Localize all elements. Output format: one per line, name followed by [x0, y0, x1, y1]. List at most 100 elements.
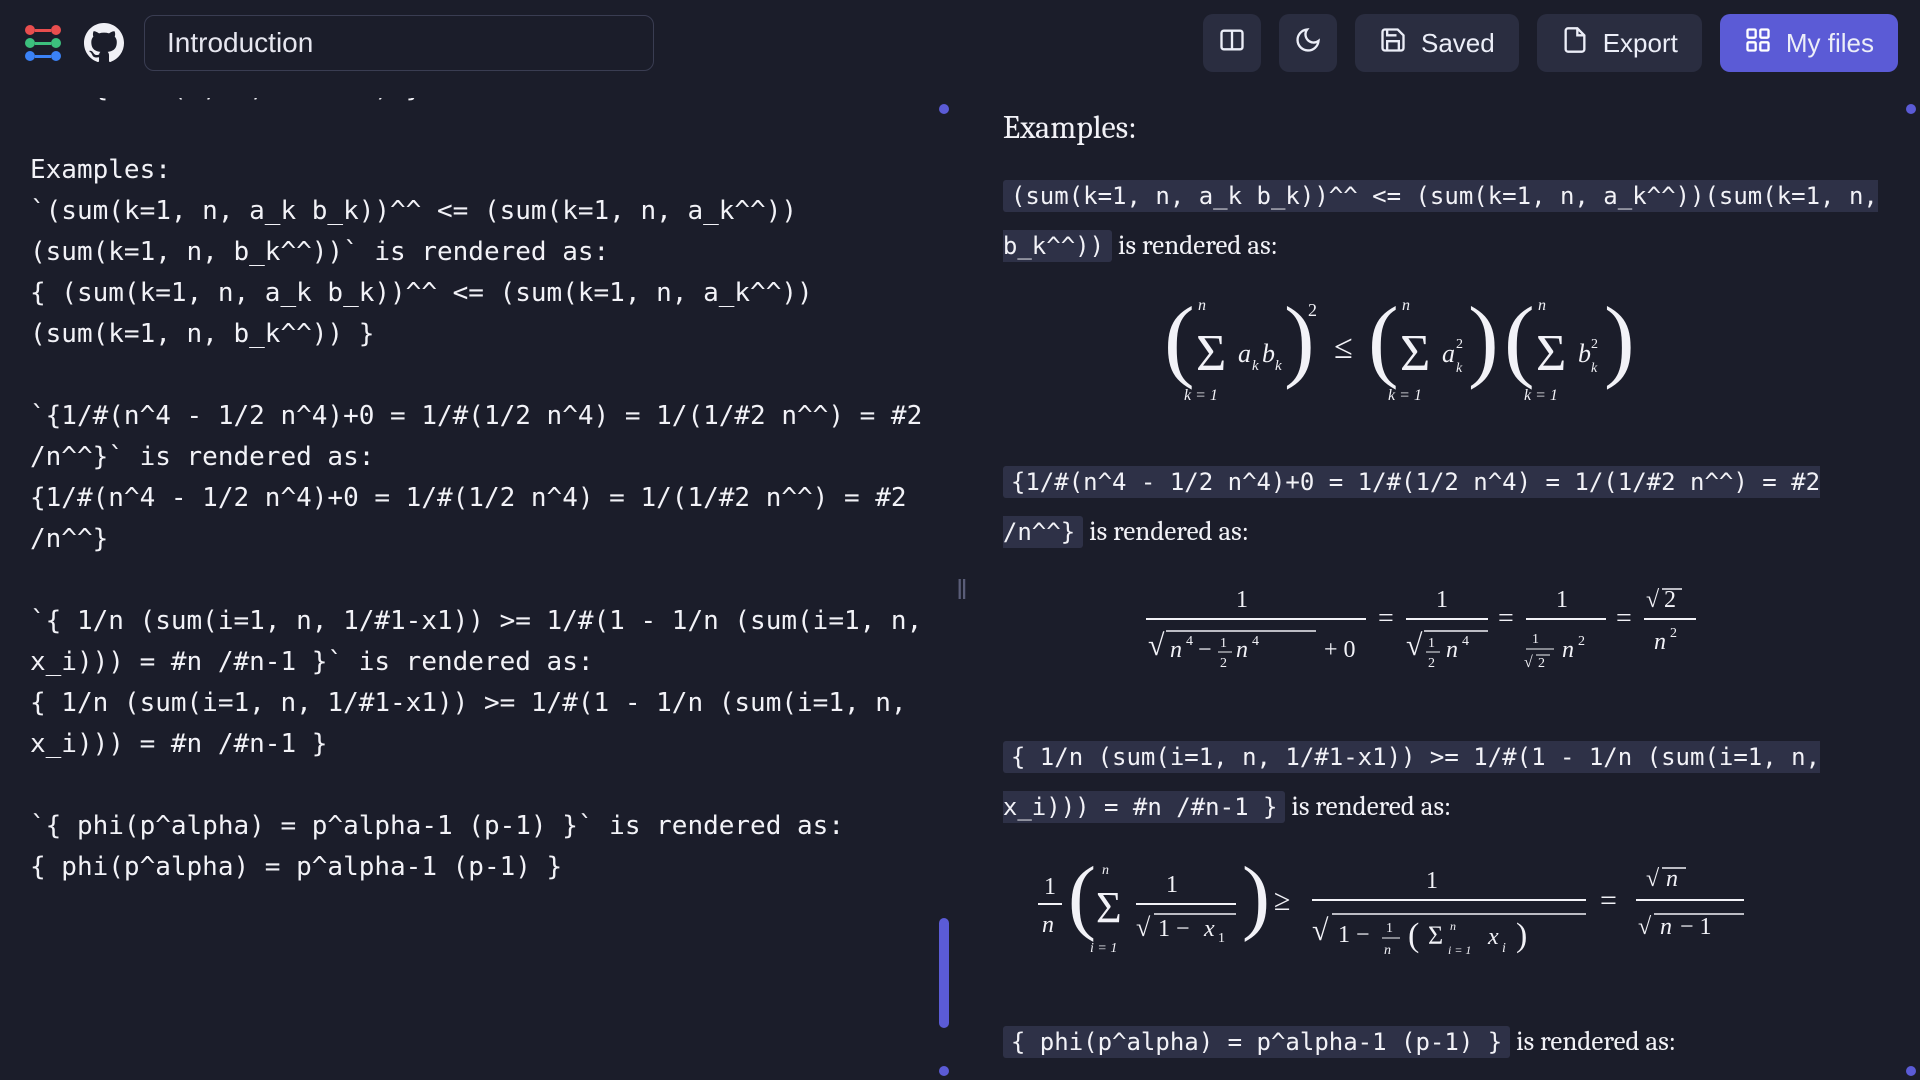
svg-text:1: 1 [1218, 931, 1225, 946]
rendered-as-text: is rendered as: [1291, 791, 1451, 822]
svg-text:n: n [1384, 943, 1391, 958]
split-panes: as { int(0, 1, x^n dx) } Examples: `(sum… [0, 98, 1920, 1080]
svg-text:4: 4 [1252, 634, 1259, 649]
my-files-button[interactable]: My files [1720, 14, 1898, 72]
svg-text:n: n [1446, 637, 1458, 663]
svg-text:k: k [1252, 358, 1259, 374]
svg-text:4: 4 [1462, 634, 1469, 649]
svg-text:+ 0: + 0 [1324, 637, 1356, 663]
svg-text:a: a [1442, 339, 1455, 368]
example-block: (sum(k=1, n, a_k b_k))^^ <= (sum(k=1, n,… [1003, 171, 1890, 456]
svg-text:n: n [1660, 914, 1672, 940]
svg-text:Σ: Σ [1400, 325, 1430, 382]
svg-text:b: b [1262, 339, 1275, 368]
svg-text:≤: ≤ [1334, 329, 1353, 366]
moon-icon [1294, 26, 1322, 61]
my-files-label: My files [1786, 28, 1874, 59]
svg-text:1: 1 [1236, 587, 1248, 613]
svg-text:1: 1 [1532, 632, 1539, 647]
svg-text:√: √ [1646, 866, 1660, 892]
svg-text:n: n [1198, 297, 1206, 314]
svg-text:≥: ≥ [1274, 884, 1290, 917]
svg-text:n: n [1562, 637, 1574, 663]
svg-text:(: ( [1368, 292, 1399, 390]
svg-text:√: √ [1646, 587, 1660, 613]
math-display: ( Σ n k = 1 a k b k ) 2 ≤ [1003, 272, 1890, 457]
svg-text:1: 1 [1220, 636, 1227, 651]
svg-text:n: n [1102, 863, 1109, 878]
svg-text:i = 1: i = 1 [1448, 943, 1471, 957]
svg-text:1: 1 [1044, 874, 1056, 900]
saved-button[interactable]: Saved [1355, 14, 1519, 72]
svg-text:k = 1: k = 1 [1184, 387, 1218, 404]
svg-text:1 −: 1 − [1338, 922, 1370, 948]
save-icon [1379, 26, 1407, 61]
svg-text:2: 2 [1220, 656, 1227, 671]
rendered-as-text: is rendered as: [1516, 1026, 1676, 1057]
example-block: { 1/n (sum(i=1, n, 1/#1-x1)) >= 1/#(1 - … [1003, 732, 1890, 1017]
svg-text:√: √ [1638, 914, 1652, 940]
svg-text:1: 1 [1426, 868, 1438, 894]
theme-toggle-button[interactable] [1279, 14, 1337, 72]
svg-text:n: n [1236, 637, 1248, 663]
svg-text:=: = [1600, 884, 1617, 917]
svg-text:Σ: Σ [1428, 921, 1443, 950]
preview-scrollbar[interactable] [1906, 98, 1916, 1080]
svg-text:): ) [1604, 292, 1635, 390]
svg-text:k: k [1275, 358, 1282, 374]
svg-text:n: n [1538, 297, 1546, 314]
svg-text:x: x [1203, 916, 1215, 942]
svg-text:k = 1: k = 1 [1524, 387, 1558, 404]
svg-text:k: k [1456, 361, 1463, 376]
svg-text:− 1: − 1 [1680, 914, 1712, 940]
svg-text:Σ: Σ [1536, 325, 1566, 382]
svg-text:(: ( [1164, 292, 1195, 390]
svg-text:2: 2 [1428, 656, 1435, 671]
rendered-as-text: is rendered as: [1089, 516, 1249, 547]
github-icon[interactable] [82, 21, 126, 65]
svg-text:=: = [1498, 603, 1514, 634]
svg-text:k = 1: k = 1 [1388, 387, 1422, 404]
svg-text:=: = [1378, 603, 1394, 634]
svg-text:a: a [1238, 339, 1251, 368]
svg-text:(: ( [1504, 292, 1535, 390]
svg-text:n: n [1666, 866, 1678, 892]
svg-text:k: k [1591, 361, 1598, 376]
pane-splitter[interactable]: ‖ [953, 98, 967, 1080]
svg-text:=: = [1616, 603, 1632, 634]
source-editor[interactable]: as { int(0, 1, x^n dx) } Examples: `(sum… [30, 98, 933, 888]
source-scrollbar[interactable] [939, 98, 949, 1080]
svg-text:√: √ [1148, 629, 1165, 662]
svg-text:1 −: 1 − [1158, 916, 1190, 942]
svg-text:1: 1 [1428, 636, 1435, 651]
svg-text:i = 1: i = 1 [1090, 941, 1117, 956]
svg-text:1: 1 [1436, 587, 1448, 613]
svg-text:1: 1 [1556, 587, 1568, 613]
grid-icon [1744, 26, 1772, 61]
svg-text:4: 4 [1186, 634, 1193, 649]
svg-text:n: n [1654, 629, 1666, 655]
svg-text:2: 2 [1664, 587, 1676, 613]
svg-text:n: n [1402, 297, 1410, 314]
svg-text:): ) [1242, 852, 1270, 943]
app-logo-icon[interactable] [22, 22, 64, 64]
svg-text:x: x [1487, 924, 1499, 950]
document-title-input[interactable] [144, 15, 654, 71]
source-pane: as { int(0, 1, x^n dx) } Examples: `(sum… [0, 98, 953, 1080]
svg-text:b: b [1578, 339, 1591, 368]
svg-text:n: n [1170, 637, 1182, 663]
header-bar: Saved Export My files [0, 0, 1920, 86]
svg-text:): ) [1468, 292, 1499, 390]
columns-icon [1218, 26, 1246, 61]
svg-text:1: 1 [1386, 921, 1393, 936]
svg-text:√: √ [1312, 914, 1329, 947]
example-block: { phi(p^alpha) = p^alpha-1 (p-1) } is re… [1003, 1017, 1890, 1080]
math-display: 1n ( Σ n i = 1 1 √ 1 − x1 ) ≥ [1003, 832, 1890, 1017]
saved-label: Saved [1421, 28, 1495, 59]
svg-text:−: − [1198, 637, 1212, 663]
toggle-panes-button[interactable] [1203, 14, 1261, 72]
export-label: Export [1603, 28, 1678, 59]
example-block: {1/#(n^4 - 1/2 n^4)+0 = 1/#(1/2 n^4) = 1… [1003, 457, 1890, 732]
export-button[interactable]: Export [1537, 14, 1702, 72]
preview-content: Examples: (sum(k=1, n, a_k b_k))^^ <= (s… [1003, 98, 1890, 1080]
